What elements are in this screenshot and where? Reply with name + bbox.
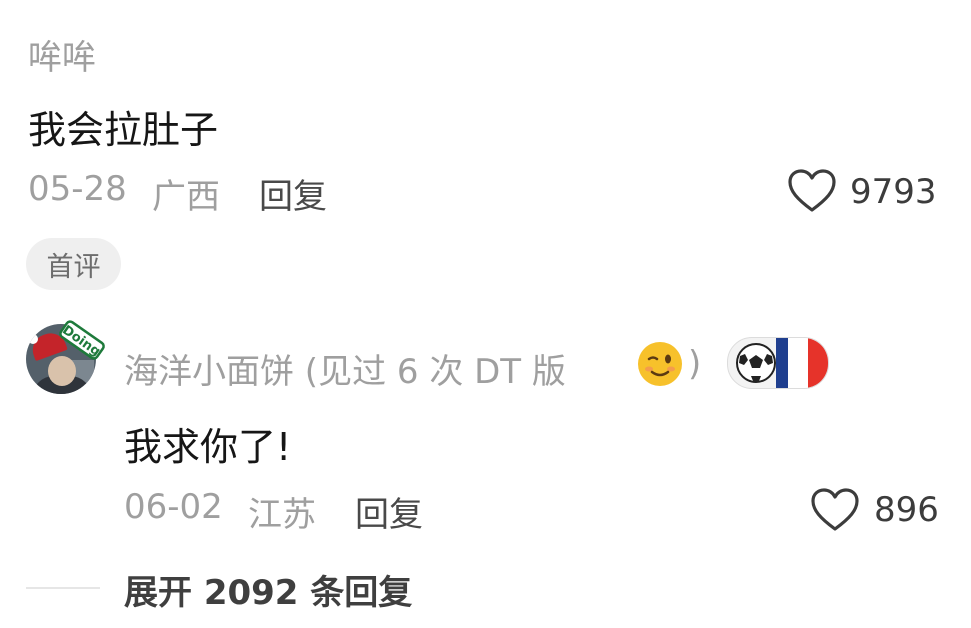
first-comment-badge: 首评 xyxy=(26,238,121,290)
fan-badge xyxy=(727,337,829,389)
heart-icon[interactable] xyxy=(787,168,837,214)
comment-date: 05-28 xyxy=(28,169,127,209)
comment-text: 我求你了! xyxy=(124,425,292,469)
comment-date: 06-02 xyxy=(124,487,223,527)
expand-replies-button[interactable]: 展开 2092 条回复 xyxy=(124,565,412,614)
comment-location: 广西 xyxy=(152,177,220,217)
france-flag-icon xyxy=(776,338,788,388)
reply-button[interactable]: 回复 xyxy=(355,487,423,536)
username-tail: ) xyxy=(688,344,702,384)
comment-username[interactable]: 哞哞 xyxy=(28,30,96,79)
divider xyxy=(26,587,100,589)
comment-text: 我会拉肚子 xyxy=(28,108,219,152)
doing-sticker-icon: Doing xyxy=(59,320,105,360)
comment-location: 江苏 xyxy=(248,495,316,535)
winking-face-icon xyxy=(638,342,682,386)
comment-username[interactable]: 海洋小面饼 (见过 6 次 DT 版 xyxy=(124,344,566,393)
heart-icon[interactable] xyxy=(810,487,860,533)
santa-hat-pompom xyxy=(28,334,38,344)
like-count: 9793 xyxy=(850,172,937,212)
like-count: 896 xyxy=(874,490,939,530)
reply-button[interactable]: 回复 xyxy=(259,169,327,218)
